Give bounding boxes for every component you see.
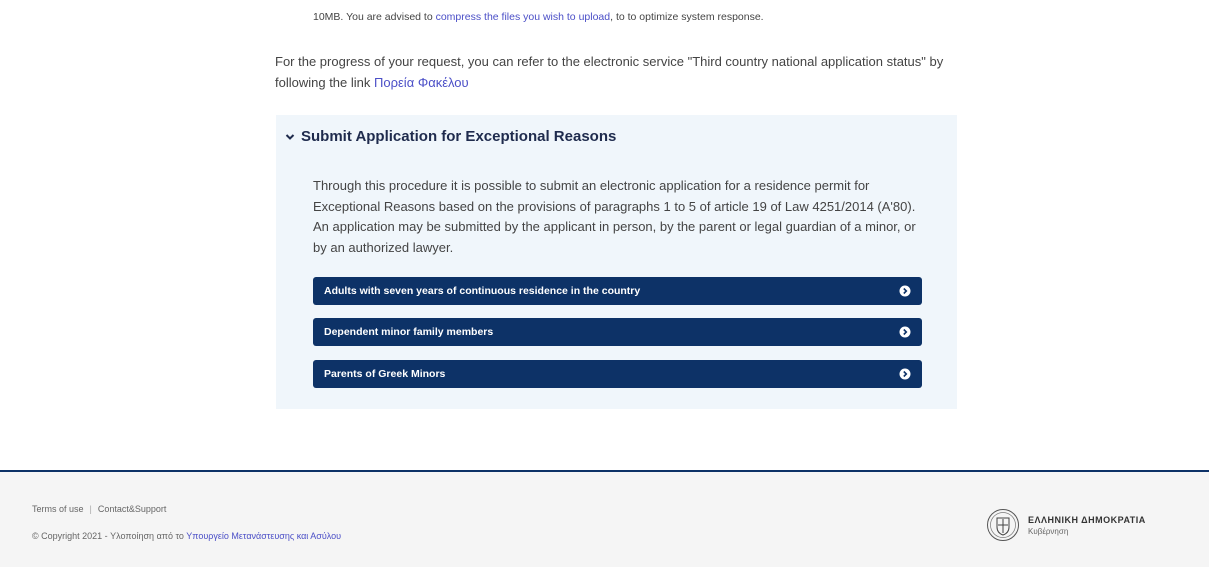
footer-links: Terms of use | Contact&Support: [32, 504, 166, 514]
gov-name: ΕΛΛΗΝΙΚΗ ΔΗΜΟΚΡΑΤΙΑ: [1028, 514, 1146, 525]
panel-title: Submit Application for Exceptional Reaso…: [301, 128, 617, 145]
chevron-down-icon: [285, 133, 295, 140]
footer-link-separator: |: [89, 504, 92, 514]
upload-note-suffix: , to to optimize system response.: [610, 11, 764, 23]
circle-arrow-right-icon: [899, 326, 911, 338]
copyright-text: © Copyright 2021 - Υλοποίηση από το: [32, 531, 187, 541]
circle-arrow-right-icon: [899, 368, 911, 380]
circle-arrow-right-icon: [899, 285, 911, 297]
option-dependent-minors-button[interactable]: Dependent minor family members: [313, 318, 922, 346]
footer: Terms of use | Contact&Support © Copyright…: [0, 472, 1209, 567]
compress-files-link[interactable]: compress the files you wish to upload: [436, 11, 611, 23]
contact-support-link[interactable]: Contact&Support: [98, 504, 167, 514]
option-adults-seven-years-button[interactable]: Adults with seven years of continuous re…: [313, 277, 922, 305]
option-label: Adults with seven years of continuous re…: [324, 285, 641, 297]
option-label: Parents of Greek Minors: [324, 368, 446, 380]
gov-subtitle: Κυβέρνηση: [1028, 526, 1069, 536]
copyright: © Copyright 2021 - Υλοποίηση από το Υπου…: [32, 531, 341, 541]
application-status-link[interactable]: Πορεία Φακέλου: [374, 75, 469, 90]
greek-government-emblem-icon: [987, 509, 1019, 541]
panel-header[interactable]: Submit Application for Exceptional Reaso…: [285, 128, 616, 145]
terms-of-use-link[interactable]: Terms of use: [32, 504, 84, 514]
ministry-link[interactable]: Υπουργείο Μετανάστευσης και Ασύλου: [186, 531, 341, 541]
gov-text: ΕΛΛΗΝΙΚΗ ΔΗΜΟΚΡΑΤΙΑ Κυβέρνηση: [1028, 515, 1146, 536]
exceptional-reasons-panel: Submit Application for Exceptional Reaso…: [276, 115, 957, 409]
upload-note-prefix: 10MB. You are advised to: [313, 11, 436, 23]
option-label: Dependent minor family members: [324, 326, 494, 338]
progress-info: For the progress of your request, you ca…: [275, 51, 965, 93]
panel-description: Through this procedure it is possible to…: [313, 178, 916, 255]
upload-size-note: 10MB. You are advised to compress the fi…: [313, 11, 764, 23]
gov-logo[interactable]: ΕΛΛΗΝΙΚΗ ΔΗΜΟΚΡΑΤΙΑ Κυβέρνηση: [986, 508, 1146, 542]
option-parents-greek-minors-button[interactable]: Parents of Greek Minors: [313, 360, 922, 388]
